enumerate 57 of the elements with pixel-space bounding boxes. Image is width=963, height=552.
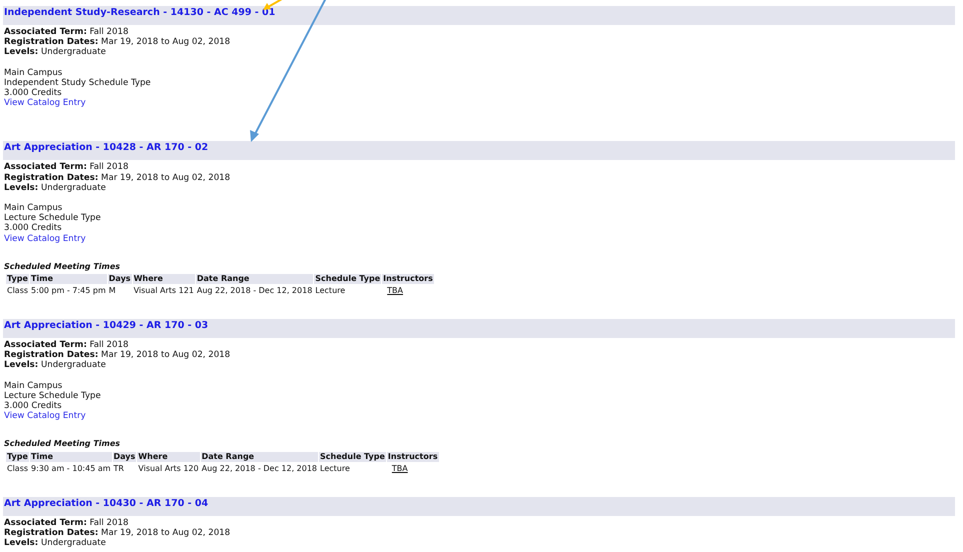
column-header: Date Range (196, 274, 314, 284)
info-line: Independent Study Schedule Type (4, 78, 151, 88)
column-header: Days (108, 274, 132, 284)
instructor-abbreviation: TBA (392, 464, 408, 473)
info-line: Main Campus (4, 203, 62, 214)
column-header: Type (6, 452, 30, 462)
info-line: 3.000 Credits (4, 223, 62, 234)
table-cell-text: TR (112, 462, 125, 475)
course-title-link[interactable]: Art Appreciation - 10428 - AR 170 - 02 (4, 141, 208, 154)
column-header: Days (112, 452, 136, 462)
column-header: Time (30, 274, 107, 284)
column-header: Instructors (382, 274, 434, 284)
catalog-link[interactable]: View Catalog Entry (4, 411, 86, 422)
detail-line: Levels: Undergraduate (4, 47, 106, 58)
course-title-link[interactable]: Art Appreciation - 10429 - AR 170 - 03 (4, 319, 208, 332)
table-caption: Scheduled Meeting Times (4, 439, 120, 450)
detail-line: Registration Dates: Mar 19, 2018 to Aug 02, 2018 (4, 172, 230, 183)
detail-line: Associated Term: Fall 2018 (4, 340, 128, 350)
table-cell: Class (6, 462, 30, 475)
table-cell: Aug 22, 2018 - Dec 12, 2018 (200, 462, 318, 475)
table-cell: Class (6, 285, 30, 298)
table-cell-text: Lecture (314, 285, 346, 298)
info-line: Lecture Schedule Type (4, 213, 101, 224)
table-cell: 5:00 pm - 7:45 pm (30, 285, 107, 298)
info-line: Lecture Schedule Type (4, 390, 101, 402)
detail-line: Registration Dates: Mar 19, 2018 to Aug 02, 2018 (4, 37, 230, 48)
detail-line: Associated Term: Fall 2018 (4, 518, 128, 528)
info-line: 3.000 Credits (4, 88, 62, 98)
detail-line: Levels: Undergraduate (4, 538, 106, 548)
table-caption: Scheduled Meeting Times (4, 262, 120, 272)
column-header: Where (137, 452, 200, 462)
detail-line: Registration Dates: Mar 19, 2018 to Aug 02, 2018 (4, 350, 230, 360)
column-header: Where (132, 274, 195, 284)
table-cell: Visual Arts 121 (132, 285, 195, 298)
info-line: Main Campus (4, 68, 62, 78)
table-cell: Visual Arts 120 (137, 462, 200, 475)
detail-line: Associated Term: Fall 2018 (4, 162, 128, 173)
course-title-link[interactable]: Art Appreciation - 10430 - AR 170 - 04 (4, 496, 208, 510)
column-header: Schedule Type (314, 274, 382, 284)
instructor-abbreviation: TBA (387, 286, 404, 296)
table-cell-text: M (108, 285, 117, 298)
table-cell: 9:30 am - 10:45 am (30, 462, 112, 475)
detail-line: Levels: Undergraduate (4, 182, 106, 194)
info-line: 3.000 Credits (4, 401, 62, 412)
column-header: Time (30, 452, 112, 462)
column-header: Schedule Type (319, 452, 386, 462)
detail-line: Registration Dates: Mar 19, 2018 to Aug 02, 2018 (4, 528, 230, 538)
detail-line: Levels: Undergraduate (4, 360, 106, 371)
table-cell-text: Lecture (319, 462, 351, 475)
catalog-link[interactable]: View Catalog Entry (4, 98, 86, 108)
column-header: Date Range (200, 452, 318, 462)
info-line: Main Campus (4, 380, 62, 391)
column-header: Type (6, 274, 30, 284)
catalog-link[interactable]: View Catalog Entry (4, 234, 86, 244)
table-cell: Aug 22, 2018 - Dec 12, 2018 (196, 285, 314, 298)
column-header: Instructors (386, 452, 439, 462)
detail-line: Associated Term: Fall 2018 (4, 27, 128, 38)
